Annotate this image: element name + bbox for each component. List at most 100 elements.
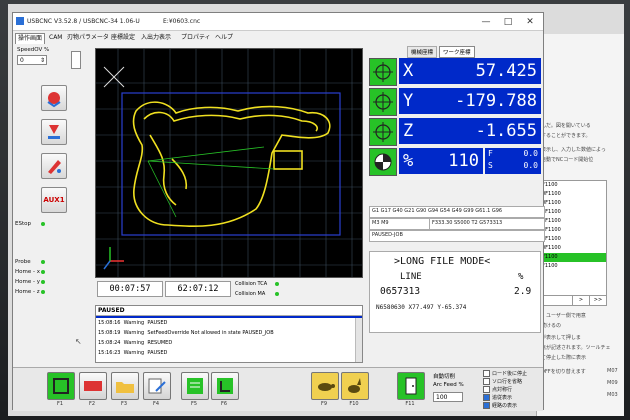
- edit-button[interactable]: [143, 372, 171, 400]
- axis-gizmo: [103, 247, 124, 270]
- speed-input[interactable]: 0 ⇕: [17, 55, 47, 65]
- elapsed-time: 00:07:57: [97, 281, 163, 297]
- feed-fast-button[interactable]: [341, 372, 369, 400]
- check-label: 点対称行: [492, 387, 513, 393]
- toolpath-canvas: [96, 49, 362, 277]
- fs-display: F 0.0 S 0.0: [485, 148, 541, 174]
- run-from-line-button[interactable]: [181, 372, 209, 400]
- log-time: 15:16:23: [98, 350, 121, 356]
- list-icon: [187, 378, 203, 394]
- gcode-modal: G1 G17 G40 G21 G90 G94 G54 G49 G99 G61.1…: [369, 206, 545, 218]
- mcode-display: M3 M9: [369, 218, 431, 230]
- home-y-label: Home - y: [15, 279, 40, 285]
- log-scrollbar[interactable]: [355, 318, 362, 362]
- speed-label: SpeedOV %: [17, 47, 50, 53]
- bg-text: 自動でNCコード開始位: [541, 157, 594, 163]
- zero-x-button[interactable]: [369, 58, 397, 86]
- stop-button[interactable]: [79, 372, 107, 400]
- bottom-toolbar: F1 F2 F3 F4 F5 F6 F9 F10 F11 自動切削 Arc Fe…: [13, 367, 543, 411]
- check-point-symmetry[interactable]: 点対称行: [483, 386, 512, 393]
- last-button[interactable]: >>: [589, 296, 606, 305]
- window-title: USBCNC V3.52.8 / USBCNC-34 1.06-U: [27, 18, 140, 25]
- guitar-toolpath: [132, 101, 331, 228]
- bg-list: F1100 0F1100 0F1100 0F1100 0F1100 0F1100…: [541, 180, 607, 306]
- feed-pct-value: 110: [448, 151, 479, 171]
- tab-io-display[interactable]: 入出力表示: [139, 33, 173, 43]
- zero-y-button[interactable]: [369, 88, 397, 116]
- y-value: -179.788: [455, 91, 537, 111]
- y-label: Y: [403, 91, 414, 111]
- minimize-icon[interactable]: —: [475, 13, 497, 31]
- usbcnc-window: USBCNC V3.52.8 / USBCNC-34 1.06-U E:¥060…: [12, 12, 545, 411]
- log-msg: RESUMED: [147, 340, 173, 346]
- step-button[interactable]: [211, 372, 239, 400]
- spinner-icon[interactable]: ⇕: [40, 56, 45, 66]
- tab-machine-coords[interactable]: 機械座標: [407, 46, 438, 58]
- crosshair-icon: [373, 122, 393, 142]
- long-file-title: >LONG FILE MODE<: [394, 256, 491, 267]
- home-button[interactable]: [41, 85, 67, 111]
- tab-help[interactable]: ヘルプ: [213, 33, 235, 43]
- open-file-button[interactable]: [111, 372, 139, 400]
- fkey-label: F9: [320, 401, 328, 407]
- bg-nav: > >>: [542, 295, 606, 305]
- fkey-label: F2: [88, 401, 96, 407]
- pct-label: %: [518, 272, 524, 282]
- fkey-label: F5: [190, 401, 198, 407]
- feed-slow-button[interactable]: [311, 372, 339, 400]
- cycle-start-button[interactable]: [47, 372, 75, 400]
- estop-led: [41, 222, 45, 226]
- log-msg: SetFeedOverride Not allowed in state PAU…: [147, 330, 274, 336]
- check-stop-after-load[interactable]: ロード後に停止: [483, 370, 527, 377]
- log-level: Warning: [123, 330, 145, 336]
- list-item: F1100: [542, 263, 558, 269]
- left-panel: SpeedOV % 0 ⇕ AUX1 EStop Probe Home - x: [13, 45, 93, 346]
- check-label: 経路の表示: [492, 403, 518, 409]
- arc-feed-input[interactable]: 100: [433, 392, 463, 402]
- step-icon: [217, 378, 233, 394]
- tool-change-button[interactable]: [41, 153, 67, 179]
- tab-work-coords[interactable]: ワーク座標: [439, 46, 475, 58]
- toolpath-view[interactable]: [95, 48, 363, 278]
- tab-operation[interactable]: 操作画面: [15, 33, 46, 44]
- remaining-time: 62:07:12: [165, 281, 231, 297]
- list-item-selected: F1100: [542, 253, 606, 262]
- bg-text: OFFを切り替えます: [541, 369, 586, 375]
- exit-button[interactable]: [397, 372, 425, 400]
- door-icon: [405, 377, 417, 395]
- fkey-label: F10: [349, 401, 359, 407]
- close-icon[interactable]: ✕: [519, 13, 541, 31]
- z-value: -1.655: [475, 121, 537, 141]
- next-button[interactable]: >: [572, 296, 589, 305]
- maximize-icon[interactable]: □: [497, 13, 519, 31]
- check-skip-lines[interactable]: ソロ行を省略: [483, 378, 522, 385]
- x-label: X: [403, 61, 414, 81]
- check-follow-display[interactable]: 追従表示: [483, 394, 512, 401]
- log-row: 15:08:19 Warning SetFeedOverride Not all…: [98, 330, 338, 336]
- tab-tool-params[interactable]: 刃物パラメータ: [65, 33, 111, 43]
- goto-zero-button[interactable]: [369, 148, 397, 176]
- speed-slider[interactable]: [71, 51, 81, 69]
- title-bar: USBCNC V3.52.8 / USBCNC-34 1.06-U E:¥060…: [13, 13, 543, 31]
- log-time: 15:08:19: [98, 330, 121, 336]
- probe-button[interactable]: [41, 119, 67, 145]
- tab-properties[interactable]: プロパティ: [179, 33, 213, 43]
- check-path-display[interactable]: 経路の表示: [483, 402, 517, 409]
- bg-text: 点が記述されます。ツールチェ: [541, 345, 611, 351]
- check-label: ソロ行を省略: [492, 379, 523, 385]
- line-label: LINE: [400, 272, 422, 282]
- zero-z-button[interactable]: [369, 118, 397, 146]
- tab-coord-settings[interactable]: 座標設定: [109, 33, 137, 43]
- check-label: 追従表示: [492, 395, 513, 401]
- arc-feed-value: 100: [436, 394, 448, 401]
- z-display: Z -1.655: [399, 118, 541, 144]
- log-level: Warning: [123, 350, 145, 356]
- collision-tca-label: Collision TCA: [235, 281, 268, 287]
- line-value: 0657313: [380, 286, 421, 297]
- aux1-button[interactable]: AUX1: [41, 187, 67, 213]
- x-value: 57.425: [475, 61, 537, 81]
- tab-cam[interactable]: CAM: [47, 33, 64, 43]
- home-x-label: Home - x: [15, 269, 40, 275]
- log-level: Warning: [123, 340, 145, 346]
- crosshair-icon: [373, 62, 393, 82]
